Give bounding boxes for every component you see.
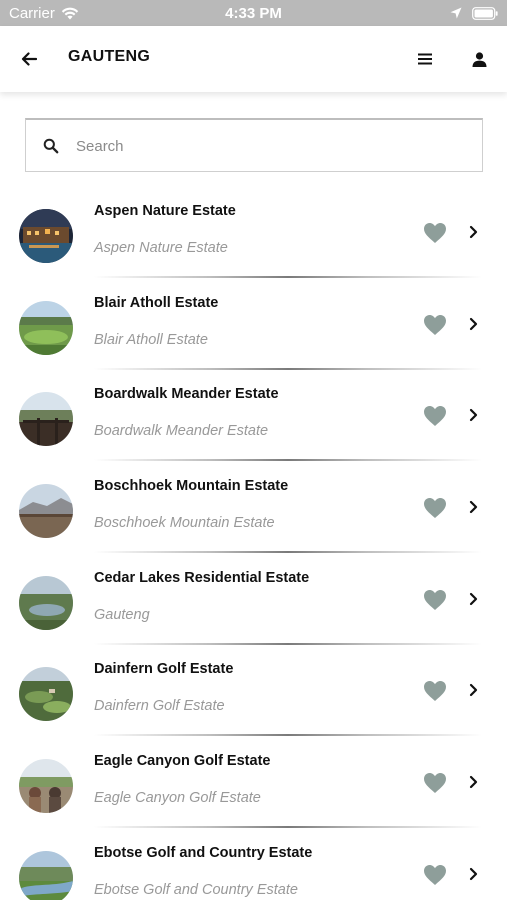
chevron-right-icon[interactable] <box>466 591 480 607</box>
user-icon <box>472 51 486 67</box>
list-item[interactable]: Ebotse Golf and Country Estate Ebotse Go… <box>0 828 507 900</box>
status-left: Carrier <box>9 5 79 22</box>
estate-subtitle: Dainfern Golf Estate <box>94 698 225 715</box>
location-arrow-icon <box>450 7 462 19</box>
estate-subtitle: Blair Atholl Estate <box>94 331 208 348</box>
status-right <box>450 6 498 20</box>
chevron-right-icon[interactable] <box>466 224 480 240</box>
wifi-icon <box>61 7 79 19</box>
estate-thumbnail <box>19 759 73 814</box>
estate-list: Aspen Nature Estate Aspen Nature Estate … <box>0 186 507 900</box>
heart-icon[interactable] <box>423 222 447 244</box>
heart-icon[interactable] <box>423 864 447 886</box>
estate-subtitle: Gauteng <box>94 606 150 623</box>
back-button[interactable] <box>16 46 42 72</box>
heart-icon[interactable] <box>423 680 447 702</box>
heart-icon[interactable] <box>423 772 447 794</box>
estate-name: Boardwalk Meander Estate <box>94 386 279 403</box>
list-item[interactable]: Boschhoek Mountain Estate Boschhoek Moun… <box>0 461 507 554</box>
search-input[interactable] <box>76 130 456 162</box>
arrow-left-icon <box>21 52 37 66</box>
estate-thumbnail <box>19 392 73 447</box>
estate-name: Eagle Canyon Golf Estate <box>94 753 271 770</box>
estate-name: Boschhoek Mountain Estate <box>94 478 289 495</box>
list-item[interactable]: Aspen Nature Estate Aspen Nature Estate <box>0 186 507 278</box>
list-item[interactable]: Blair Atholl Estate Blair Atholl Estate <box>0 278 507 370</box>
list-item[interactable]: Eagle Canyon Golf Estate Eagle Canyon Go… <box>0 736 507 829</box>
estate-subtitle: Eagle Canyon Golf Estate <box>94 790 261 807</box>
menu-icon <box>418 53 432 65</box>
search-bar <box>25 118 483 172</box>
heart-icon[interactable] <box>423 589 447 611</box>
estate-subtitle: Ebotse Golf and Country Estate <box>94 881 298 898</box>
estate-name: Ebotse Golf and Country Estate <box>94 844 313 861</box>
estate-subtitle: Boardwalk Meander Estate <box>94 423 269 440</box>
estate-thumbnail <box>19 300 73 355</box>
chevron-right-icon[interactable] <box>466 682 480 698</box>
estate-name: Aspen Nature Estate <box>94 203 236 219</box>
list-item[interactable]: Dainfern Golf Estate Dainfern Golf Estat… <box>0 644 507 737</box>
estate-thumbnail <box>19 575 73 630</box>
battery-icon <box>472 6 498 20</box>
page-title: GAUTENG <box>68 48 151 65</box>
estate-thumbnail <box>19 667 73 722</box>
carrier-label: Carrier <box>9 4 55 22</box>
chevron-right-icon[interactable] <box>466 774 480 790</box>
list-item[interactable]: Cedar Lakes Residential Estate Gauteng <box>0 553 507 645</box>
estate-thumbnail <box>19 209 73 263</box>
search-icon <box>43 138 59 154</box>
chevron-right-icon[interactable] <box>466 866 480 882</box>
estate-name: Blair Atholl Estate <box>94 294 219 311</box>
heart-icon[interactable] <box>423 405 447 427</box>
heart-icon[interactable] <box>423 314 447 336</box>
estate-name: Dainfern Golf Estate <box>94 661 234 678</box>
menu-button[interactable] <box>412 46 438 72</box>
chevron-right-icon[interactable] <box>466 316 480 332</box>
estate-subtitle: Aspen Nature Estate <box>94 240 228 256</box>
chevron-right-icon[interactable] <box>466 499 480 515</box>
profile-button[interactable] <box>466 46 492 72</box>
heart-icon[interactable] <box>423 497 447 519</box>
estate-thumbnail <box>19 484 73 539</box>
chevron-right-icon[interactable] <box>466 407 480 423</box>
list-item[interactable]: Boardwalk Meander Estate Boardwalk Meand… <box>0 369 507 462</box>
estate-name: Cedar Lakes Residential Estate <box>94 569 310 586</box>
status-bar: Carrier 4:33 PM <box>0 0 507 26</box>
estate-subtitle: Boschhoek Mountain Estate <box>94 515 275 532</box>
estate-thumbnail <box>19 850 73 900</box>
app-header: GAUTENG <box>0 26 507 92</box>
